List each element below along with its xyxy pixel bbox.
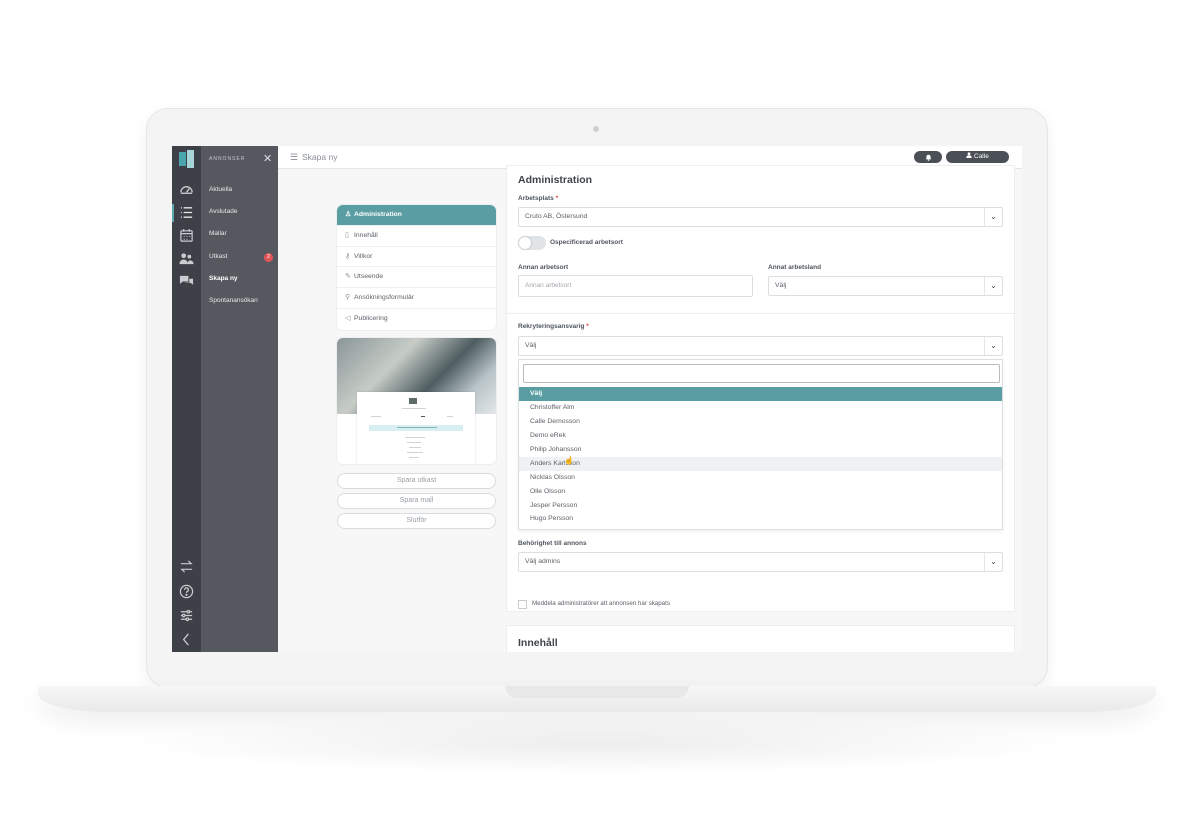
chevron-down-icon: ⌄	[984, 208, 1002, 226]
list-icon[interactable]	[178, 205, 195, 222]
app-screen: ANNONSER ✕ Aktuella Avslutade Mallar Utk…	[172, 146, 1022, 652]
workplace-label: Arbetsplats *	[518, 195, 559, 202]
sidebar-item-avslutade[interactable]: Avslutade	[209, 208, 237, 215]
rail-selection-indicator	[172, 204, 174, 222]
drafts-count-badge: 2	[264, 253, 273, 262]
other-location-input[interactable]: Annan arbetsort	[518, 275, 753, 297]
permission-label: Behörighet till annons	[518, 540, 587, 547]
step-utseende[interactable]: ✎ Utseende	[337, 267, 496, 289]
dropdown-option[interactable]: Philip Johansson	[519, 443, 1002, 457]
pin-icon: ⚲	[345, 294, 351, 302]
step-administration[interactable]: ♙ Administration	[337, 205, 496, 226]
content-card: Innehåll	[507, 626, 1014, 652]
workplace-select[interactable]: Cruto AB, Östersund ⌄	[518, 207, 1003, 227]
finish-button[interactable]: Slutför	[337, 513, 496, 529]
save-template-button[interactable]: Spara mall	[337, 493, 496, 509]
section-title: Administration	[518, 174, 593, 186]
dropdown-option[interactable]: Hugo Persson	[519, 512, 1002, 526]
recruiter-select[interactable]: Välj ⌄	[518, 336, 1003, 356]
pencil-icon: ✎	[345, 273, 351, 281]
dashboard-icon[interactable]	[178, 182, 195, 199]
list-icon: ☰	[290, 152, 299, 162]
ad-preview-thumbnail[interactable]	[337, 338, 496, 464]
permission-value: Välj admins	[525, 558, 561, 565]
sidebar-menu: ANNONSER ✕ Aktuella Avslutade Mallar Utk…	[201, 146, 278, 652]
settings-sliders-icon[interactable]	[178, 608, 195, 625]
step-innehall[interactable]: ▯ Innehåll	[337, 226, 496, 247]
sidebar-item-skapa-ny[interactable]: Skapa ny	[209, 275, 238, 282]
app-logo	[179, 150, 195, 168]
workplace-value: Cruto AB, Östersund	[525, 213, 588, 220]
dropdown-option[interactable]: Välj	[519, 387, 1002, 401]
sidebar-item-aktuella[interactable]: Aktuella	[209, 186, 232, 193]
administration-card: Administration Arbetsplats * Cruto AB, Ö…	[507, 166, 1014, 611]
toggle-label: Ospecificerad arbetsort	[550, 239, 623, 246]
notify-admins-label: Meddela administratörer att annonsen har…	[532, 600, 670, 607]
megaphone-icon: ◁	[345, 314, 351, 322]
switch-icon[interactable]	[178, 559, 195, 576]
permission-select[interactable]: Välj admins ⌄	[518, 552, 1003, 572]
dropdown-search-input[interactable]	[523, 364, 1000, 383]
camera-dot	[593, 126, 599, 132]
recruiter-label: Rekryteringsansvarig *	[518, 323, 589, 330]
chevron-down-icon: ⌄	[984, 553, 1002, 571]
icon-rail	[172, 146, 201, 652]
steps-panel: ♙ Administration ▯ Innehåll ⚷ Villkor ✎ Utse…	[337, 205, 496, 330]
other-country-select[interactable]: Välj ⌄	[768, 276, 1003, 296]
breadcrumb: Skapa ny	[302, 152, 338, 162]
dropdown-option[interactable]: Calle Demosson	[519, 415, 1002, 429]
sidebar-item-utkast[interactable]: Utkast	[209, 253, 227, 260]
dropdown-options: Välj Christoffer Alm Calle Demosson Demo…	[519, 387, 1002, 526]
recruiter-dropdown: Välj Christoffer Alm Calle Demosson Demo…	[518, 359, 1003, 530]
mouse-cursor-icon: ☝	[564, 456, 574, 465]
chat-icon[interactable]	[178, 274, 195, 291]
user-icon	[966, 152, 974, 160]
content-section-title: Innehåll	[518, 637, 558, 649]
dropdown-option[interactable]: Anders Karlsson	[519, 456, 1002, 471]
collapse-chevron-icon[interactable]	[178, 632, 195, 649]
dropdown-option[interactable]: Nicklas Olsson	[519, 471, 1002, 485]
step-villkor[interactable]: ⚷ Villkor	[337, 247, 496, 268]
notifications-button[interactable]	[914, 151, 942, 163]
user-menu-button[interactable]: Calle	[946, 151, 1009, 163]
save-draft-button[interactable]: Spara utkast	[337, 473, 496, 489]
other-location-label: Annan arbetsort	[518, 264, 569, 271]
close-icon[interactable]: ✕	[263, 152, 272, 165]
menu-title: ANNONSER	[209, 156, 246, 162]
sidebar-item-mallar[interactable]: Mallar	[209, 230, 227, 237]
notify-admins-checkbox[interactable]	[518, 600, 527, 609]
calendar-icon[interactable]	[178, 228, 195, 245]
user-name: Calle	[974, 153, 989, 160]
user-icon: ♙	[345, 211, 352, 218]
dropdown-option[interactable]: Demo eRek	[519, 429, 1002, 443]
chevron-down-icon: ⌄	[984, 277, 1002, 295]
other-country-value: Välj	[775, 282, 787, 289]
laptop-notch	[505, 686, 689, 698]
unspecified-location-toggle[interactable]	[518, 236, 546, 250]
dropdown-option[interactable]: Christoffer Alm	[519, 401, 1002, 415]
chevron-down-icon: ⌄	[984, 337, 1002, 355]
dropdown-option[interactable]: Olle Olsson	[519, 485, 1002, 499]
key-icon: ⚷	[345, 252, 351, 260]
dropdown-option[interactable]: Jesper Persson	[519, 499, 1002, 513]
users-icon[interactable]	[178, 251, 195, 268]
sidebar-item-spontanansokan[interactable]: Spontanansökan	[209, 297, 258, 304]
laptop-shadow	[120, 714, 1080, 774]
recruiter-value: Välj	[525, 342, 537, 349]
help-icon[interactable]	[178, 584, 195, 601]
other-country-label: Annat arbetsland	[768, 264, 822, 271]
step-ansokningsformular[interactable]: ⚲ Ansökningsformulär	[337, 288, 496, 309]
divider	[507, 313, 1014, 314]
preview-document	[357, 392, 475, 464]
document-icon: ▯	[345, 231, 349, 239]
step-publicering[interactable]: ◁ Publicering	[337, 309, 496, 330]
bell-icon	[925, 154, 931, 161]
